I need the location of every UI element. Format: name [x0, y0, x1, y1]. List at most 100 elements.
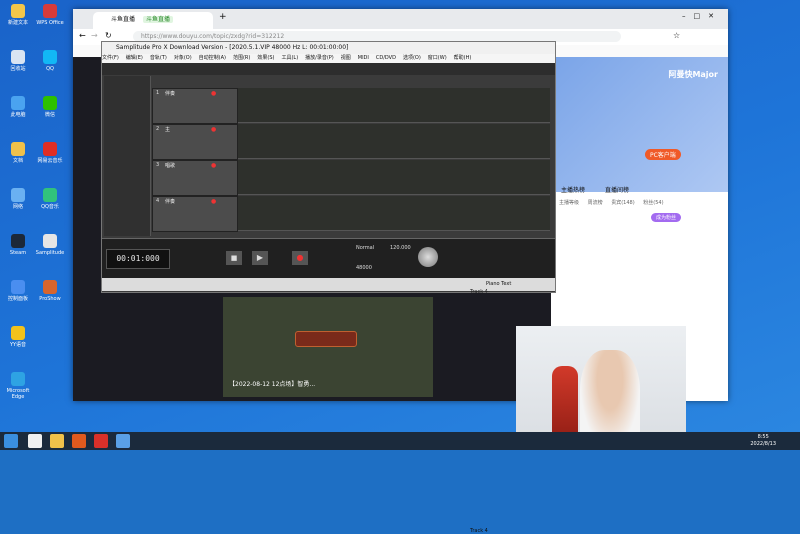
- desktop-icon[interactable]: 文档: [2, 142, 34, 164]
- track-lane[interactable]: [238, 88, 550, 123]
- desktop-icon[interactable]: YY语音: [2, 326, 34, 348]
- desktop-icon-label: 此电脑: [10, 112, 26, 118]
- menu-item[interactable]: 文件(F): [102, 55, 119, 61]
- video-overlay-button[interactable]: [295, 331, 357, 347]
- desktop-icon-label: WPS Office: [36, 20, 64, 26]
- menu-item[interactable]: 音轨(T): [150, 55, 167, 61]
- samplitude-menu: 文件(F) 编辑(E) 音轨(T) 对象(O) 自动控制(A) 范围(R) 效果(S) 工具(…: [102, 54, 555, 63]
- transport-bar: 00:01:000 ▶ ■ ● Normal 120.000 48000: [102, 238, 555, 279]
- tab-room-rank[interactable]: 直播间榜: [605, 187, 629, 194]
- streamer-name: 阿曼快Major: [668, 70, 718, 79]
- start-icon[interactable]: [4, 434, 18, 448]
- system-clock[interactable]: 8:55 2022/8/13: [750, 434, 776, 448]
- samplitude-toolbar: [102, 63, 555, 75]
- desktop-icon-label: 微信: [44, 112, 55, 118]
- desktop-icon-label: 网络: [12, 204, 23, 210]
- desktop-icon[interactable]: 回收站: [2, 50, 34, 72]
- play-button[interactable]: ▶: [252, 251, 268, 265]
- desktop-icon[interactable]: 网易云音乐: [34, 142, 66, 164]
- desktop-icon-label: 控制面板: [7, 296, 28, 302]
- taskbar-app-icon[interactable]: [72, 434, 86, 448]
- desktop-icon[interactable]: Samplitude: [34, 234, 66, 256]
- follow-button[interactable]: 成为粉丝: [651, 213, 682, 222]
- track-lane[interactable]: [238, 124, 550, 159]
- record-arm-icon[interactable]: ●: [211, 126, 216, 133]
- menu-item[interactable]: 范围(R): [233, 55, 250, 61]
- back-icon[interactable]: ←: [79, 31, 86, 40]
- bpm-display: 120.000: [390, 245, 411, 251]
- taskbar-browser-icon[interactable]: [28, 434, 42, 448]
- desktop-icon-label: Steam: [9, 250, 27, 256]
- desktop-icon[interactable]: 微信: [34, 96, 66, 118]
- track-header[interactable]: 4 伴奏 ●: [152, 196, 238, 232]
- menu-item[interactable]: 帮助(H): [454, 55, 472, 61]
- new-tab-icon[interactable]: +: [219, 12, 227, 22]
- track-name: 主: [165, 127, 171, 133]
- subtab-vip[interactable]: 贵宾(148): [611, 200, 634, 206]
- track-lane[interactable]: [238, 160, 550, 195]
- desktop-icon[interactable]: 此电脑: [2, 96, 34, 118]
- clock-time: 8:55: [757, 434, 769, 440]
- desktop-icon-label: 回收站: [10, 66, 26, 72]
- menu-item[interactable]: 工具(L): [281, 55, 298, 61]
- desktop-icon[interactable]: 网络: [2, 188, 34, 210]
- menu-item[interactable]: 播放/录音(P): [305, 55, 334, 61]
- app-icon: [11, 50, 25, 64]
- track-lane[interactable]: [238, 196, 550, 231]
- taskbar-explorer-icon[interactable]: [50, 434, 64, 448]
- taskbar-app3-icon[interactable]: [116, 434, 130, 448]
- app-icon: [11, 96, 25, 110]
- record-arm-icon[interactable]: ●: [211, 162, 216, 169]
- pc-client-button[interactable]: PC客户端: [645, 149, 681, 160]
- tab-streamer-rank[interactable]: 主播热榜: [561, 187, 585, 194]
- record-arm-icon[interactable]: ●: [211, 198, 216, 205]
- menu-item[interactable]: 视图: [341, 55, 351, 61]
- app-icon: [43, 280, 57, 294]
- track-header[interactable]: 2 主 ●: [152, 124, 238, 160]
- reload-icon[interactable]: ↻: [105, 31, 112, 40]
- menu-item[interactable]: 编辑(E): [126, 55, 143, 61]
- browser-tab[interactable]: 斗鱼直播 斗鱼直播: [93, 12, 213, 29]
- track-status: Track 4: [470, 528, 488, 534]
- mode-display[interactable]: Normal: [356, 245, 374, 251]
- menu-item[interactable]: 选项(O): [403, 55, 421, 61]
- desktop-icon[interactable]: QQ音乐: [34, 188, 66, 210]
- taskbar-app2-icon[interactable]: [94, 434, 108, 448]
- desktop-icon[interactable]: Microsoft Edge: [2, 372, 34, 400]
- desktop-icon[interactable]: WPS Office: [34, 4, 66, 26]
- menu-item[interactable]: 自动控制(A): [199, 55, 226, 61]
- tab-title: 斗鱼直播: [111, 16, 136, 23]
- menu-item[interactable]: MIDI: [358, 55, 369, 61]
- forward-icon[interactable]: →: [91, 31, 98, 40]
- menu-item[interactable]: CD/DVD: [376, 55, 396, 61]
- desktop-icon-label: 文档: [12, 158, 23, 164]
- app-icon: [11, 188, 25, 202]
- browser-tab-strip: 斗鱼直播 斗鱼直播 + –□✕: [73, 9, 728, 29]
- subtab-fans[interactable]: 粉丝(54): [643, 200, 663, 206]
- subtab-level[interactable]: 主播等级: [559, 200, 579, 206]
- track-number: 2: [156, 126, 160, 132]
- app-icon: [43, 234, 57, 248]
- app-icon: [11, 142, 25, 156]
- subtab-week[interactable]: 周流榜: [588, 200, 603, 206]
- stream-video[interactable]: 【2022-08-12 12点场】智勇...: [223, 297, 433, 397]
- record-button[interactable]: ●: [292, 251, 308, 265]
- menu-item[interactable]: 对象(O): [174, 55, 192, 61]
- window-controls[interactable]: –□✕: [682, 12, 722, 20]
- desktop-icon[interactable]: QQ: [34, 50, 66, 72]
- desktop-icon[interactable]: Steam: [2, 234, 34, 256]
- desktop-icon[interactable]: ProShow: [34, 280, 66, 302]
- track-header[interactable]: 3 唱歌 ●: [152, 160, 238, 196]
- menu-item[interactable]: 窗口(W): [428, 55, 447, 61]
- record-arm-icon[interactable]: ●: [211, 90, 216, 97]
- track-header[interactable]: 1 伴奏 ●: [152, 88, 238, 124]
- star-icon[interactable]: ☆: [673, 31, 680, 40]
- streamer-banner: 阿曼快Major PC客户端: [551, 57, 728, 192]
- taskbar: 8:55 2022/8/13: [0, 432, 800, 450]
- desktop-icon[interactable]: 控制面板: [2, 280, 34, 302]
- desktop-icon[interactable]: 新建文本: [2, 4, 34, 26]
- track-number: 1: [156, 90, 160, 96]
- stop-button[interactable]: ■: [226, 251, 242, 265]
- volume-knob[interactable]: [418, 247, 438, 267]
- menu-item[interactable]: 效果(S): [257, 55, 274, 61]
